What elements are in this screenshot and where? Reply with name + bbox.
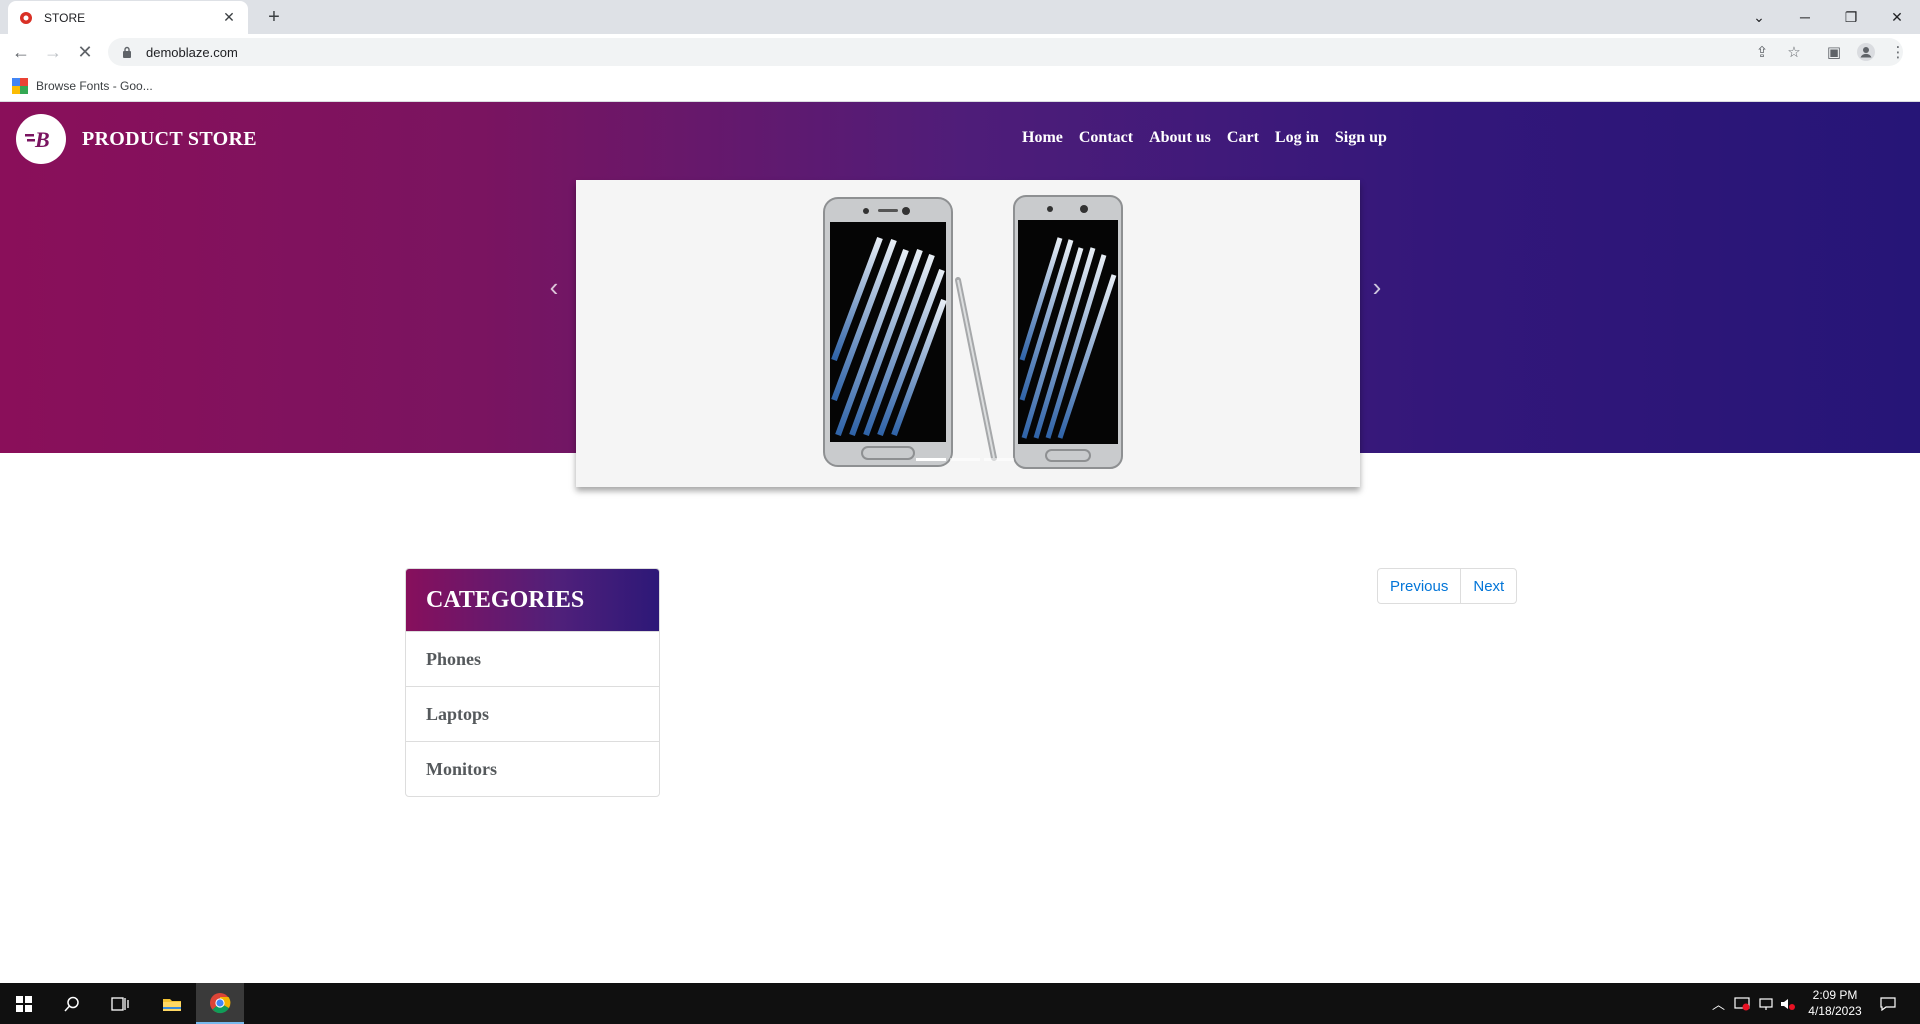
browser-toolbar: ← → ✕ demoblaze.com ⇪ ☆ ▣ ⋮	[0, 34, 1920, 70]
categories-header[interactable]: CATEGORIES	[406, 569, 659, 631]
category-phones[interactable]: Phones	[406, 631, 659, 686]
browser-tab[interactable]: STORE ✕	[8, 1, 248, 34]
tab-search-icon[interactable]: ⌄	[1736, 0, 1782, 34]
file-explorer-icon[interactable]	[148, 983, 196, 1024]
tab-close-icon[interactable]: ✕	[220, 9, 238, 26]
security-alert-icon[interactable]	[1734, 983, 1750, 1024]
bookmark-label: Browse Fonts - Goo...	[36, 79, 153, 93]
share-icon[interactable]: ⇪	[1752, 42, 1772, 62]
store-favicon-icon	[18, 10, 34, 26]
brand-name: PRODUCT STORE	[82, 127, 257, 150]
restore-icon[interactable]: ❐	[1828, 0, 1874, 34]
clock-time: 2:09 PM	[1812, 988, 1858, 1002]
minimize-icon[interactable]: ─	[1782, 0, 1828, 34]
search-icon[interactable]	[48, 983, 96, 1024]
new-tab-button[interactable]: +	[260, 4, 288, 30]
main-nav: Home Contact About us Cart Log in Sign u…	[1022, 129, 1403, 147]
profile-avatar-icon[interactable]	[1856, 42, 1876, 62]
brand[interactable]: B PRODUCT STORE	[16, 114, 257, 164]
next-button[interactable]: Next	[1460, 569, 1516, 603]
nav-cart[interactable]: Cart	[1227, 129, 1259, 147]
tab-bar: STORE ✕ + ⌄ ─ ❐ ✕	[0, 0, 1920, 34]
carousel-slide[interactable]	[576, 180, 1360, 487]
tab-title: STORE	[44, 10, 86, 25]
phone-image	[823, 195, 1123, 469]
previous-button[interactable]: Previous	[1378, 569, 1460, 603]
carousel-prev-icon[interactable]: ‹	[539, 272, 569, 302]
url-text: demoblaze.com	[146, 44, 238, 60]
back-icon[interactable]: ←	[6, 37, 36, 67]
bookmark-browse-fonts[interactable]: Browse Fonts - Goo...	[12, 76, 153, 96]
menu-kebab-icon[interactable]: ⋮	[1888, 42, 1908, 62]
carousel-indicator[interactable]	[916, 458, 946, 461]
side-panel-icon[interactable]: ▣	[1824, 42, 1844, 62]
nav-log-in[interactable]: Log in	[1275, 129, 1319, 147]
carousel-indicator[interactable]	[950, 458, 980, 461]
close-window-icon[interactable]: ✕	[1874, 0, 1920, 34]
bookmarks-bar: Browse Fonts - Goo...	[0, 70, 1920, 102]
show-hidden-icons[interactable]: ︿	[1712, 983, 1725, 1024]
taskbar-clock[interactable]: 2:09 PM 4/18/2023	[1800, 987, 1870, 1019]
volume-muted-icon[interactable]	[1780, 983, 1796, 1024]
carousel-next-icon[interactable]: ›	[1362, 272, 1392, 302]
forward-icon[interactable]: →	[38, 37, 68, 67]
clock-date: 4/18/2023	[1808, 1004, 1862, 1018]
stop-loading-icon[interactable]: ✕	[70, 37, 100, 67]
nav-sign-up[interactable]: Sign up	[1335, 129, 1387, 147]
nav-about-us[interactable]: About us	[1149, 129, 1211, 147]
category-monitors[interactable]: Monitors	[406, 741, 659, 796]
svg-text:B: B	[34, 127, 50, 152]
windows-taskbar: ︿ 2:09 PM 4/18/2023	[0, 983, 1920, 1024]
categories-panel: CATEGORIES Phones Laptops Monitors	[405, 568, 660, 797]
category-laptops[interactable]: Laptops	[406, 686, 659, 741]
google-fonts-icon	[12, 78, 28, 94]
brand-logo-icon: B	[16, 114, 66, 164]
nav-contact[interactable]: Contact	[1079, 129, 1133, 147]
carousel-indicator[interactable]	[984, 458, 1014, 461]
categories-title: CATEGORIES	[426, 586, 585, 613]
nav-home[interactable]: Home	[1022, 129, 1063, 147]
windows-start-icon[interactable]	[0, 983, 48, 1024]
notifications-icon[interactable]	[1880, 983, 1896, 1024]
address-bar[interactable]: demoblaze.com	[108, 38, 1903, 66]
bookmark-star-icon[interactable]: ☆	[1784, 42, 1804, 62]
network-icon[interactable]	[1758, 983, 1774, 1024]
web-page: B PRODUCT STORE Home Contact About us Ca…	[0, 102, 1920, 983]
chrome-taskbar-icon[interactable]	[196, 983, 244, 1024]
carousel-indicators	[916, 458, 1014, 461]
lock-icon[interactable]	[122, 45, 136, 59]
pagination: Previous Next	[1377, 568, 1518, 604]
task-view-icon[interactable]	[96, 983, 144, 1024]
